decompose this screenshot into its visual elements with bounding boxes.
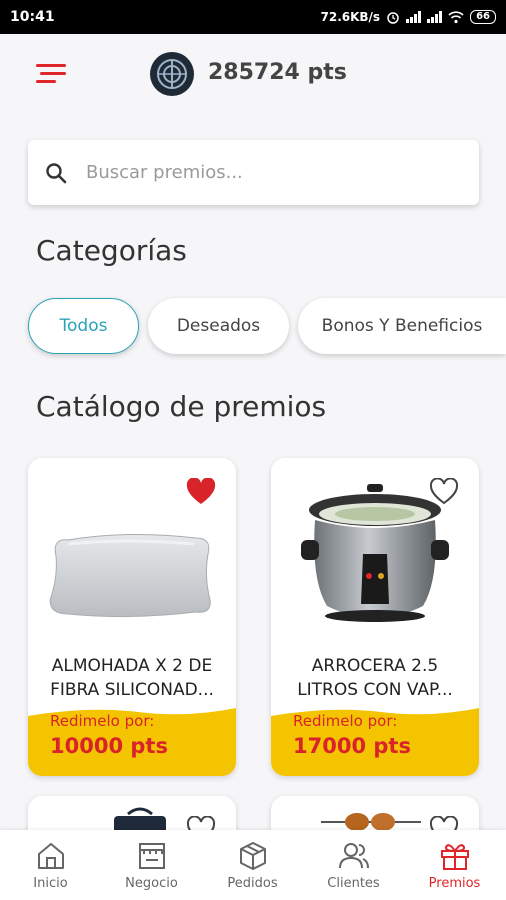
home-icon bbox=[37, 843, 64, 869]
nav-pedidos[interactable]: Pedidos bbox=[202, 830, 303, 900]
menu-icon[interactable] bbox=[36, 62, 68, 86]
nav-negocio[interactable]: Negocio bbox=[101, 830, 202, 900]
product-price: 10000 pts bbox=[50, 734, 168, 758]
nav-label: Pedidos bbox=[227, 876, 278, 891]
product-card[interactable]: ALMOHADA X 2 DE FIBRA SILICONAD... Redim… bbox=[28, 458, 236, 776]
status-bar: 10:41 72.6KB/s 66 bbox=[0, 0, 506, 34]
nav-clientes[interactable]: Clientes bbox=[303, 830, 404, 900]
product-price: 17000 pts bbox=[293, 734, 411, 758]
points-balance: 285724 pts bbox=[208, 60, 347, 85]
battery-icon: 66 bbox=[470, 10, 496, 24]
search-input[interactable] bbox=[86, 140, 466, 205]
product-name-line: ALMOHADA X 2 DE bbox=[51, 656, 213, 676]
search-box[interactable] bbox=[28, 140, 479, 205]
search-icon bbox=[46, 163, 67, 184]
users-icon bbox=[338, 843, 369, 869]
network-speed: 72.6KB/s bbox=[320, 10, 381, 24]
logo-mark-icon bbox=[157, 59, 187, 89]
product-name-line: ARROCERA 2.5 bbox=[311, 656, 439, 676]
box-icon bbox=[239, 842, 266, 870]
product-name: ALMOHADA X 2 DE FIBRA SILICONAD... bbox=[36, 654, 228, 702]
product-card[interactable]: ARROCERA 2.5 LITROS CON VAP... Redimelo … bbox=[271, 458, 479, 776]
wifi-icon bbox=[448, 10, 464, 23]
categories-title: Categorías bbox=[36, 234, 187, 267]
chip-label: Deseados bbox=[176, 316, 261, 336]
signal-icon bbox=[406, 11, 422, 23]
chip-deseados[interactable]: Deseados bbox=[148, 298, 289, 354]
status-time: 10:41 bbox=[10, 9, 55, 25]
nav-label: Clientes bbox=[327, 876, 380, 891]
favorite-heart-icon[interactable] bbox=[429, 478, 459, 506]
signal-icon bbox=[427, 11, 443, 23]
chip-todos[interactable]: Todos bbox=[28, 298, 139, 354]
store-icon bbox=[138, 843, 165, 869]
redeem-label: Redimelo por: bbox=[293, 712, 398, 730]
chip-bonos[interactable]: Bonos Y Beneficios bbox=[298, 298, 506, 354]
catalog-title: Catálogo de premios bbox=[36, 390, 327, 423]
nav-inicio[interactable]: Inicio bbox=[0, 830, 101, 900]
product-name-line: FIBRA SILICONAD... bbox=[50, 680, 214, 700]
bottom-navigation: Inicio Negocio Pedidos Clientes Premios bbox=[0, 830, 506, 900]
product-name: ARROCERA 2.5 LITROS CON VAP... bbox=[279, 654, 471, 702]
redeem-label: Redimelo por: bbox=[50, 712, 155, 730]
chip-label: Todos bbox=[59, 316, 108, 336]
nav-label: Negocio bbox=[125, 876, 178, 891]
favorite-heart-icon[interactable] bbox=[186, 478, 216, 506]
product-name-line: LITROS CON VAP... bbox=[297, 680, 453, 700]
nav-label: Premios bbox=[428, 876, 481, 891]
nav-label: Inicio bbox=[33, 876, 68, 891]
gift-icon bbox=[440, 844, 469, 870]
brand-logo bbox=[150, 52, 194, 96]
alarm-icon bbox=[387, 12, 399, 24]
nav-premios[interactable]: Premios bbox=[404, 830, 505, 900]
chip-label: Bonos Y Beneficios bbox=[321, 316, 483, 336]
